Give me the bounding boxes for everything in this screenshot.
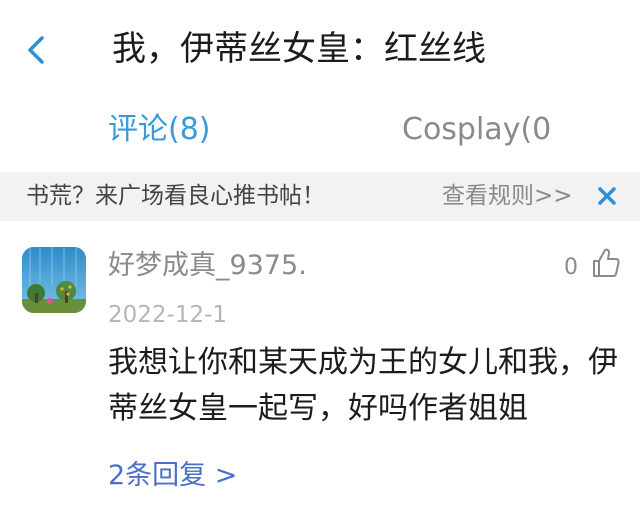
comment-body: 我想让你和某天成为王的女儿和我，伊蒂丝女皇一起写，好吗作者姐姐 [108, 345, 618, 426]
thumbs-up-icon [593, 248, 620, 277]
notice-close-button[interactable] [590, 179, 624, 213]
like-count: 0 [564, 255, 578, 280]
close-icon [598, 187, 616, 205]
chevron-left-icon [28, 36, 44, 64]
view-rules-link[interactable]: 查看规则>> [442, 172, 573, 221]
tab-bar: 评论(8) Cosplay(0 [0, 98, 640, 168]
view-replies-link[interactable]: 2条回复 > [108, 456, 237, 496]
notice-bar: 书荒？来广场看良心推书帖！ 查看规则>> [0, 172, 640, 221]
tab-comments[interactable]: 评论(8) [108, 108, 211, 152]
header-bar: 我，伊蒂丝女皇：红丝线 [0, 0, 640, 98]
comment-username[interactable]: 好梦成真_9375. [108, 246, 307, 286]
avatar[interactable] [22, 247, 86, 313]
comment-date: 2022-12-1 [108, 302, 228, 328]
notice-text: 书荒？来广场看良心推书帖！ [26, 183, 325, 209]
like-button[interactable] [590, 246, 622, 280]
avatar-image [22, 247, 86, 313]
page-title: 我，伊蒂丝女皇：红丝线 [112, 29, 486, 69]
comment-page: 我，伊蒂丝女皇：红丝线 评论(8) Cosplay(0 书荒？来广场看良心推书帖… [0, 0, 640, 518]
tab-cosplay[interactable]: Cosplay(0 [402, 108, 552, 152]
back-button[interactable] [18, 28, 58, 72]
